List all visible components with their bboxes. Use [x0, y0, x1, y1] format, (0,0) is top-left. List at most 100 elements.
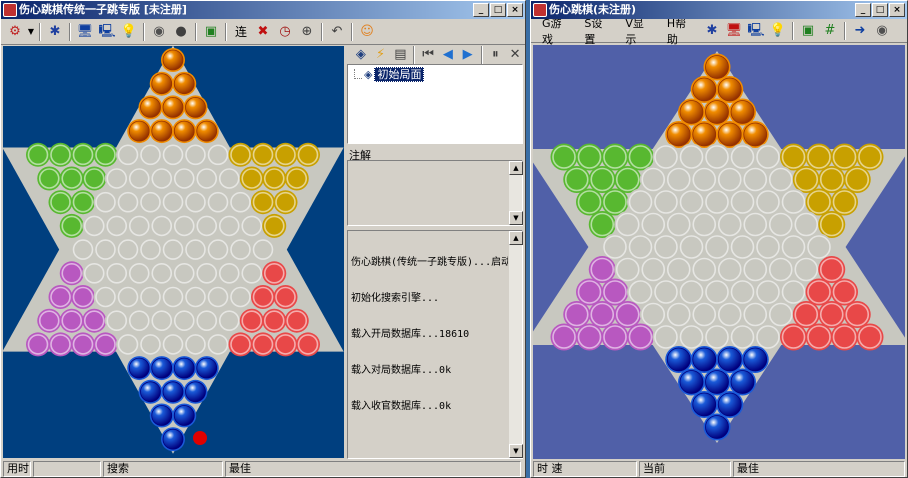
hole-upleft[interactable] — [50, 191, 71, 213]
selection-marker[interactable] — [193, 431, 207, 445]
hole-upleft[interactable] — [577, 145, 602, 169]
hole-upright[interactable] — [858, 145, 882, 169]
hole-lowright[interactable] — [263, 310, 285, 332]
hole-hex[interactable] — [173, 215, 195, 237]
hole-hex[interactable] — [756, 145, 780, 169]
hole-hex[interactable] — [106, 168, 128, 189]
hole-hex[interactable] — [185, 334, 206, 355]
hole-hex[interactable] — [781, 190, 806, 214]
minimize-button[interactable]: _ — [855, 3, 871, 17]
hole-hex[interactable] — [705, 190, 729, 214]
hole-hex[interactable] — [641, 167, 666, 192]
menu-icon[interactable]: ⚙ — [5, 22, 25, 42]
hole-hex[interactable] — [654, 190, 678, 214]
hole-hex[interactable] — [654, 280, 678, 304]
hole-hex[interactable] — [781, 235, 806, 259]
hole-hex[interactable] — [717, 302, 742, 327]
hole-hex[interactable] — [95, 239, 116, 260]
right-board-svg[interactable] — [533, 45, 905, 459]
hole-hex[interactable] — [692, 302, 717, 327]
hole-hex[interactable] — [252, 239, 274, 260]
hole-lowright[interactable] — [832, 325, 857, 349]
hole-hex[interactable] — [666, 257, 691, 282]
hole-hex[interactable] — [173, 263, 195, 284]
hole-hex[interactable] — [207, 286, 229, 308]
hole-lowleft[interactable] — [95, 334, 116, 355]
star-icon[interactable]: ✱ — [45, 22, 65, 42]
pause-icon[interactable]: ⏸ — [487, 45, 505, 65]
marble-top[interactable] — [666, 122, 691, 147]
computer2-icon[interactable]: 🖳 — [97, 22, 117, 42]
hole-hex[interactable] — [781, 280, 806, 304]
hole-hex[interactable] — [756, 280, 780, 304]
marble-top[interactable] — [162, 97, 184, 118]
hole-hex[interactable] — [768, 257, 793, 282]
marble-bottom[interactable] — [717, 347, 742, 372]
hole-upleft[interactable] — [95, 144, 116, 166]
hole-hex[interactable] — [705, 280, 729, 304]
hole-hex[interactable] — [768, 212, 793, 237]
globe-icon[interactable]: ◉ — [872, 21, 892, 41]
hole-hex[interactable] — [666, 212, 691, 237]
connect-button[interactable]: 连 — [231, 22, 251, 42]
marble-top[interactable] — [743, 122, 768, 147]
hole-upleft[interactable] — [38, 168, 60, 189]
hole-hex[interactable] — [692, 257, 717, 282]
hole-lowleft[interactable] — [577, 280, 602, 304]
maximize-button[interactable]: □ — [490, 3, 506, 17]
hole-hex[interactable] — [730, 235, 755, 259]
hole-hex[interactable] — [654, 325, 678, 349]
stop-icon[interactable]: ✖ — [253, 22, 273, 42]
hole-upright[interactable] — [263, 215, 285, 237]
marble-top[interactable] — [679, 100, 704, 124]
save-icon[interactable]: ▤ — [392, 45, 410, 65]
arrow-right-icon[interactable]: ➜ — [850, 21, 870, 41]
hole-upleft[interactable] — [83, 168, 105, 189]
hole-upright[interactable] — [819, 167, 844, 192]
move-tree-panel[interactable]: ◈ 初始局面 — [347, 64, 523, 144]
marble-top[interactable] — [717, 122, 742, 147]
log-scrollbar[interactable]: ▲ ▼ — [508, 231, 523, 458]
hole-hex[interactable] — [140, 286, 161, 308]
hole-upright[interactable] — [819, 212, 844, 237]
hole-upright[interactable] — [832, 190, 857, 214]
hole-lowleft[interactable] — [72, 334, 94, 355]
hole-hex[interactable] — [151, 168, 173, 189]
hole-hex[interactable] — [705, 325, 729, 349]
hole-hex[interactable] — [743, 212, 768, 237]
clock-icon[interactable]: ◷ — [275, 22, 295, 42]
scroll-down-arrow[interactable]: ▼ — [509, 444, 523, 458]
export-icon[interactable]: ▣ — [798, 21, 818, 41]
hole-hex[interactable] — [128, 263, 150, 284]
log-panel[interactable]: 伤心跳棋(传统一子跳专版)...启动 初始化搜索引擎... 载入开局数据库...… — [347, 230, 523, 459]
left-game-board[interactable] — [3, 46, 344, 458]
marble-bottom[interactable] — [705, 370, 729, 394]
marble-bottom[interactable] — [705, 415, 729, 439]
hole-upright[interactable] — [794, 167, 819, 192]
hole-lowright[interactable] — [819, 302, 844, 327]
hole-hex[interactable] — [128, 215, 150, 237]
hole-hex[interactable] — [692, 212, 717, 237]
hole-hex[interactable] — [128, 310, 150, 332]
hole-lowleft[interactable] — [564, 302, 589, 327]
hole-hex[interactable] — [196, 263, 218, 284]
hole-hex[interactable] — [756, 235, 780, 259]
hole-hex[interactable] — [705, 235, 729, 259]
hole-hex[interactable] — [654, 145, 678, 169]
marble-bottom[interactable] — [173, 357, 195, 379]
hole-hex[interactable] — [207, 191, 229, 213]
hole-lowleft[interactable] — [615, 302, 640, 327]
hole-hex[interactable] — [117, 144, 139, 166]
hole-lowleft[interactable] — [590, 257, 615, 282]
hole-hex[interactable] — [730, 145, 755, 169]
computer2-icon[interactable]: 🖳 — [746, 21, 766, 41]
marble-bottom[interactable] — [666, 347, 691, 372]
hole-hex[interactable] — [692, 167, 717, 192]
hole-upright[interactable] — [263, 168, 285, 189]
hole-lowright[interactable] — [845, 302, 870, 327]
hole-lowleft[interactable] — [577, 325, 602, 349]
marble-bottom[interactable] — [140, 381, 161, 403]
hole-upright[interactable] — [832, 145, 857, 169]
zoom-icon[interactable]: ⊕ — [297, 22, 317, 42]
marble-bottom[interactable] — [692, 392, 717, 417]
